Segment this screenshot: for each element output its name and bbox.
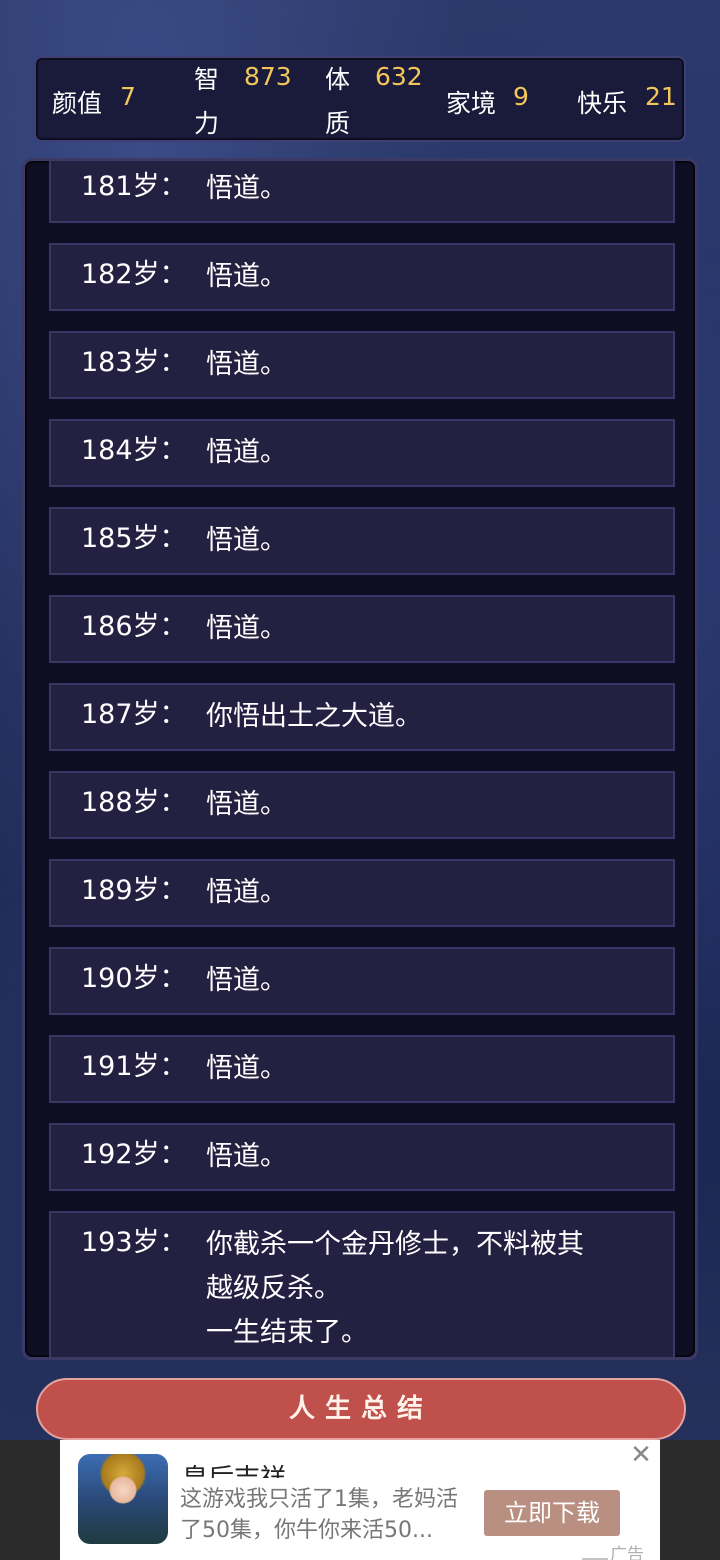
event-age: 189岁： xyxy=(81,875,187,906)
stat-family-label: 家境 xyxy=(446,89,497,118)
life-event-row: 185岁： 悟道。 xyxy=(49,507,675,575)
ad-label: 广告 xyxy=(582,1540,644,1560)
event-text: 悟道。 xyxy=(206,607,673,651)
event-text-line: 悟道。 xyxy=(206,437,287,468)
event-text-line: 悟道。 xyxy=(206,173,287,204)
event-text: 悟道。 xyxy=(206,167,673,211)
game-icon[interactable] xyxy=(78,1454,168,1544)
stat-intelligence-label: 智力 xyxy=(194,65,220,138)
life-event-row: 192岁： 悟道。 xyxy=(49,1123,675,1191)
event-text: 悟道。 xyxy=(206,255,673,299)
ad-tag-text: 广告 xyxy=(610,1545,644,1560)
life-event-row: 188岁： 悟道。 xyxy=(49,771,675,839)
stat-appearance-label: 颜值 xyxy=(52,89,103,118)
event-age: 181岁： xyxy=(81,171,187,202)
event-age: 191岁： xyxy=(81,1051,187,1082)
event-text-line: 越级反杀。 xyxy=(206,1273,341,1304)
event-text: 悟道。 xyxy=(206,431,673,475)
event-age: 193岁： xyxy=(81,1227,187,1258)
stat-family-value: 9 xyxy=(513,82,529,111)
event-text-line: 悟道。 xyxy=(206,349,287,380)
event-text: 悟道。 xyxy=(206,959,673,1003)
life-event-row: 193岁： 你截杀一个金丹修士，不料被其 越级反杀。一生结束了。 xyxy=(49,1211,675,1357)
event-age: 182岁： xyxy=(81,259,187,290)
event-age: 192岁： xyxy=(81,1139,187,1170)
event-text: 悟道。 xyxy=(206,1047,673,1091)
stat-constitution-value: 632 xyxy=(375,62,423,91)
life-event-row: 183岁： 悟道。 xyxy=(49,331,675,399)
event-text-line: 悟道。 xyxy=(206,965,287,996)
event-text: 你悟出土之大道。 xyxy=(206,695,673,739)
ad-banner[interactable]: 皇后吉祥 这游戏我只活了1集，老妈活了50集，你牛你来活50... 立即下载 ✕… xyxy=(60,1440,660,1560)
life-event-row: 189岁： 悟道。 xyxy=(49,859,675,927)
life-event-row: 184岁： 悟道。 xyxy=(49,419,675,487)
event-text: 你截杀一个金丹修士，不料被其 越级反杀。一生结束了。 xyxy=(206,1223,673,1355)
event-age: 187岁： xyxy=(81,699,187,730)
stat-happiness-label: 快乐 xyxy=(577,89,628,118)
life-event-row: 191岁： 悟道。 xyxy=(49,1035,675,1103)
event-text-line: 悟道。 xyxy=(206,525,287,556)
event-text-line: 你截杀一个金丹修士，不料被其 xyxy=(206,1229,584,1260)
event-text-line: 悟道。 xyxy=(206,1141,287,1172)
event-text: 悟道。 xyxy=(206,343,673,387)
event-text-line: 你悟出土之大道。 xyxy=(206,701,422,732)
event-text-line: 悟道。 xyxy=(206,261,287,292)
event-text-line: 悟道。 xyxy=(206,1053,287,1084)
stat-happiness-value: 21 xyxy=(645,82,677,111)
event-age: 185岁： xyxy=(81,523,187,554)
event-text: 悟道。 xyxy=(206,871,673,915)
event-text-line: 悟道。 xyxy=(206,613,287,644)
life-summary-button[interactable]: 人生总结 xyxy=(36,1378,686,1440)
life-event-row: 190岁： 悟道。 xyxy=(49,947,675,1015)
event-text: 悟道。 xyxy=(206,519,673,563)
event-text-line: 悟道。 xyxy=(206,789,287,820)
event-age: 184岁： xyxy=(81,435,187,466)
stat-appearance-value: 7 xyxy=(120,82,136,111)
close-icon[interactable]: ✕ xyxy=(628,1442,654,1468)
event-age: 190岁： xyxy=(81,963,187,994)
life-log-panel[interactable]: 181岁： 悟道。 182岁： 悟道。 183岁： 悟道。 184岁： 悟道。 185岁： 悟道。… xyxy=(22,158,698,1360)
event-text: 悟道。 xyxy=(206,783,673,827)
life-event-row: 181岁： 悟道。 xyxy=(49,161,675,223)
stat-constitution-label: 体质 xyxy=(325,65,351,138)
event-text: 悟道。 xyxy=(206,1135,673,1179)
life-event-row: 187岁： 你悟出土之大道。 xyxy=(49,683,675,751)
event-text-line: 一生结束了。 xyxy=(206,1317,368,1348)
event-age: 188岁： xyxy=(81,787,187,818)
event-text-line: 悟道。 xyxy=(206,877,287,908)
life-event-row: 182岁： 悟道。 xyxy=(49,243,675,311)
life-event-list: 181岁： 悟道。 182岁： 悟道。 183岁： 悟道。 184岁： 悟道。 185岁： 悟道。… xyxy=(49,161,675,1357)
ad-network-icon xyxy=(582,1550,608,1560)
event-age: 183岁： xyxy=(81,347,187,378)
ad-description: 这游戏我只活了1集，老妈活了50集，你牛你来活50... xyxy=(180,1487,458,1543)
ad-title: 皇后吉祥 xyxy=(182,1458,286,1478)
attribute-bar: 颜值 7 智力 873 体质 632 家境 9 快乐 21 xyxy=(34,56,686,142)
event-age: 186岁： xyxy=(81,611,187,642)
life-event-row: 186岁： 悟道。 xyxy=(49,595,675,663)
download-button[interactable]: 立即下载 xyxy=(484,1490,620,1536)
stat-intelligence-value: 873 xyxy=(244,62,292,91)
